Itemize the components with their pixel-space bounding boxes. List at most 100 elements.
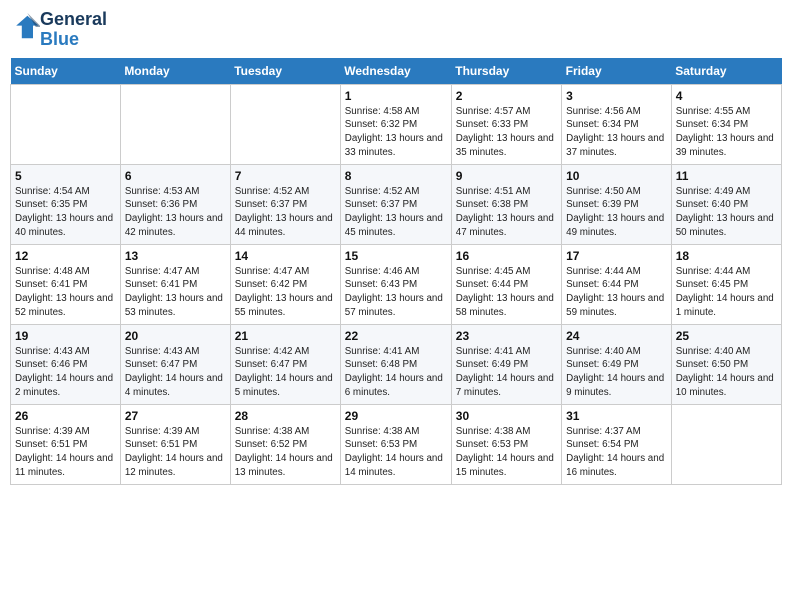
calendar-day-cell: 9 Sunrise: 4:51 AM Sunset: 6:38 PM Daylig… — [451, 164, 561, 244]
day-number: 6 — [125, 169, 226, 183]
day-number: 14 — [235, 249, 336, 263]
calendar-week-row: 1 Sunrise: 4:58 AM Sunset: 6:32 PM Daylig… — [11, 84, 782, 164]
day-info: Sunrise: 4:47 AM Sunset: 6:42 PM Dayligh… — [235, 265, 336, 320]
weekday-header-cell: Monday — [120, 58, 230, 85]
calendar-day-cell — [11, 84, 121, 164]
day-info: Sunrise: 4:58 AM Sunset: 6:32 PM Dayligh… — [345, 105, 447, 160]
calendar-day-cell: 7Sunrise: 4:52 AM Sunset: 6:37 PM Daylig… — [230, 164, 340, 244]
calendar-table: SundayMondayTuesdayWednesdayThursdayFrid… — [10, 58, 782, 485]
day-number: 21 — [235, 329, 336, 343]
day-info: Sunrise: 4:38 AM Sunset: 6:52 PM Dayligh… — [235, 425, 336, 480]
day-info: Sunrise: 4:52 AM Sunset: 6:37 PM Dayligh… — [345, 185, 447, 240]
day-info: Sunrise: 4:43 AM Sunset: 6:46 PM Dayligh… — [15, 345, 116, 400]
day-number: 28 — [235, 409, 336, 423]
day-info: Sunrise: 4:50 AM Sunset: 6:39 PM Dayligh… — [566, 185, 667, 240]
calendar-day-cell: 25 Sunrise: 4:40 AM Sunset: 6:50 PM Dayli… — [671, 324, 781, 404]
day-info: Sunrise: 4:40 AM Sunset: 6:49 PM Dayligh… — [566, 345, 667, 400]
day-info: Sunrise: 4:57 AM Sunset: 6:33 PM Dayligh… — [456, 105, 557, 160]
calendar-day-cell: 23Sunrise: 4:41 AM Sunset: 6:49 PM Dayli… — [451, 324, 561, 404]
day-number: 12 — [15, 249, 116, 263]
day-number: 5 — [15, 169, 116, 183]
calendar-day-cell: 6 Sunrise: 4:53 AM Sunset: 6:36 PM Daylig… — [120, 164, 230, 244]
day-number: 8 — [345, 169, 447, 183]
calendar-day-cell: 27 Sunrise: 4:39 AM Sunset: 6:51 PM Dayli… — [120, 404, 230, 484]
day-number: 25 — [676, 329, 777, 343]
calendar-day-cell: 21Sunrise: 4:42 AM Sunset: 6:47 PM Dayli… — [230, 324, 340, 404]
day-number: 3 — [566, 89, 667, 103]
weekday-header-cell: Sunday — [11, 58, 121, 85]
calendar-day-cell: 26 Sunrise: 4:39 AM Sunset: 6:51 PM Dayli… — [11, 404, 121, 484]
day-number: 26 — [15, 409, 116, 423]
day-number: 1 — [345, 89, 447, 103]
day-number: 29 — [345, 409, 447, 423]
day-info: Sunrise: 4:38 AM Sunset: 6:53 PM Dayligh… — [456, 425, 557, 480]
calendar-day-cell: 14 Sunrise: 4:47 AM Sunset: 6:42 PM Dayli… — [230, 244, 340, 324]
calendar-week-row: 26 Sunrise: 4:39 AM Sunset: 6:51 PM Dayli… — [11, 404, 782, 484]
calendar-day-cell: 22Sunrise: 4:41 AM Sunset: 6:48 PM Dayli… — [340, 324, 451, 404]
day-info: Sunrise: 4:46 AM Sunset: 6:43 PM Dayligh… — [345, 265, 447, 320]
day-number: 7 — [235, 169, 336, 183]
day-info: Sunrise: 4:39 AM Sunset: 6:51 PM Dayligh… — [15, 425, 116, 480]
calendar-day-cell: 19 Sunrise: 4:43 AM Sunset: 6:46 PM Dayli… — [11, 324, 121, 404]
calendar-day-cell: 10 Sunrise: 4:50 AM Sunset: 6:39 PM Dayli… — [562, 164, 672, 244]
calendar-day-cell: 29 Sunrise: 4:38 AM Sunset: 6:53 PM Dayli… — [340, 404, 451, 484]
day-info: Sunrise: 4:48 AM Sunset: 6:41 PM Dayligh… — [15, 265, 116, 320]
calendar-day-cell: 11 Sunrise: 4:49 AM Sunset: 6:40 PM Dayli… — [671, 164, 781, 244]
calendar-day-cell: 8 Sunrise: 4:52 AM Sunset: 6:37 PM Daylig… — [340, 164, 451, 244]
day-info: Sunrise: 4:54 AM Sunset: 6:35 PM Dayligh… — [15, 185, 116, 240]
day-info: Sunrise: 4:39 AM Sunset: 6:51 PM Dayligh… — [125, 425, 226, 480]
calendar-day-cell: 13Sunrise: 4:47 AM Sunset: 6:41 PM Dayli… — [120, 244, 230, 324]
day-info: Sunrise: 4:40 AM Sunset: 6:50 PM Dayligh… — [676, 345, 777, 400]
day-info: Sunrise: 4:49 AM Sunset: 6:40 PM Dayligh… — [676, 185, 777, 240]
day-number: 19 — [15, 329, 116, 343]
weekday-header-cell: Wednesday — [340, 58, 451, 85]
day-number: 4 — [676, 89, 777, 103]
day-info: Sunrise: 4:55 AM Sunset: 6:34 PM Dayligh… — [676, 105, 777, 160]
day-number: 11 — [676, 169, 777, 183]
calendar-day-cell: 30Sunrise: 4:38 AM Sunset: 6:53 PM Dayli… — [451, 404, 561, 484]
day-number: 27 — [125, 409, 226, 423]
day-info: Sunrise: 4:43 AM Sunset: 6:47 PM Dayligh… — [125, 345, 226, 400]
calendar-day-cell: 20Sunrise: 4:43 AM Sunset: 6:47 PM Dayli… — [120, 324, 230, 404]
day-number: 22 — [345, 329, 447, 343]
day-info: Sunrise: 4:44 AM Sunset: 6:45 PM Dayligh… — [676, 265, 777, 320]
day-info: Sunrise: 4:56 AM Sunset: 6:34 PM Dayligh… — [566, 105, 667, 160]
calendar-day-cell: 15 Sunrise: 4:46 AM Sunset: 6:43 PM Dayli… — [340, 244, 451, 324]
day-info: Sunrise: 4:51 AM Sunset: 6:38 PM Dayligh… — [456, 185, 557, 240]
calendar-day-cell: 28 Sunrise: 4:38 AM Sunset: 6:52 PM Dayli… — [230, 404, 340, 484]
weekday-header-cell: Tuesday — [230, 58, 340, 85]
day-number: 2 — [456, 89, 557, 103]
calendar-day-cell: 18 Sunrise: 4:44 AM Sunset: 6:45 PM Dayli… — [671, 244, 781, 324]
calendar-body: 1 Sunrise: 4:58 AM Sunset: 6:32 PM Daylig… — [11, 84, 782, 484]
calendar-day-cell: 16Sunrise: 4:45 AM Sunset: 6:44 PM Dayli… — [451, 244, 561, 324]
calendar-day-cell — [120, 84, 230, 164]
calendar-day-cell: 17Sunrise: 4:44 AM Sunset: 6:44 PM Dayli… — [562, 244, 672, 324]
day-number: 10 — [566, 169, 667, 183]
calendar-day-cell: 12 Sunrise: 4:48 AM Sunset: 6:41 PM Dayli… — [11, 244, 121, 324]
logo: General Blue — [10, 10, 107, 50]
day-number: 31 — [566, 409, 667, 423]
weekday-header-row: SundayMondayTuesdayWednesdayThursdayFrid… — [11, 58, 782, 85]
day-number: 18 — [676, 249, 777, 263]
calendar-day-cell: 24 Sunrise: 4:40 AM Sunset: 6:49 PM Dayli… — [562, 324, 672, 404]
calendar-day-cell: 31 Sunrise: 4:37 AM Sunset: 6:54 PM Dayli… — [562, 404, 672, 484]
day-info: Sunrise: 4:45 AM Sunset: 6:44 PM Dayligh… — [456, 265, 557, 320]
day-number: 9 — [456, 169, 557, 183]
day-info: Sunrise: 4:41 AM Sunset: 6:49 PM Dayligh… — [456, 345, 557, 400]
day-info: Sunrise: 4:53 AM Sunset: 6:36 PM Dayligh… — [125, 185, 226, 240]
day-info: Sunrise: 4:44 AM Sunset: 6:44 PM Dayligh… — [566, 265, 667, 320]
logo-text: General Blue — [40, 10, 107, 50]
page-header: General Blue — [10, 10, 782, 50]
day-info: Sunrise: 4:47 AM Sunset: 6:41 PM Dayligh… — [125, 265, 226, 320]
calendar-day-cell — [671, 404, 781, 484]
weekday-header-cell: Thursday — [451, 58, 561, 85]
calendar-day-cell: 2 Sunrise: 4:57 AM Sunset: 6:33 PM Daylig… — [451, 84, 561, 164]
day-info: Sunrise: 4:38 AM Sunset: 6:53 PM Dayligh… — [345, 425, 447, 480]
calendar-day-cell: 1 Sunrise: 4:58 AM Sunset: 6:32 PM Daylig… — [340, 84, 451, 164]
day-number: 15 — [345, 249, 447, 263]
calendar-day-cell — [230, 84, 340, 164]
day-number: 24 — [566, 329, 667, 343]
calendar-day-cell: 4 Sunrise: 4:55 AM Sunset: 6:34 PM Daylig… — [671, 84, 781, 164]
day-info: Sunrise: 4:37 AM Sunset: 6:54 PM Dayligh… — [566, 425, 667, 480]
calendar-week-row: 12 Sunrise: 4:48 AM Sunset: 6:41 PM Dayli… — [11, 244, 782, 324]
